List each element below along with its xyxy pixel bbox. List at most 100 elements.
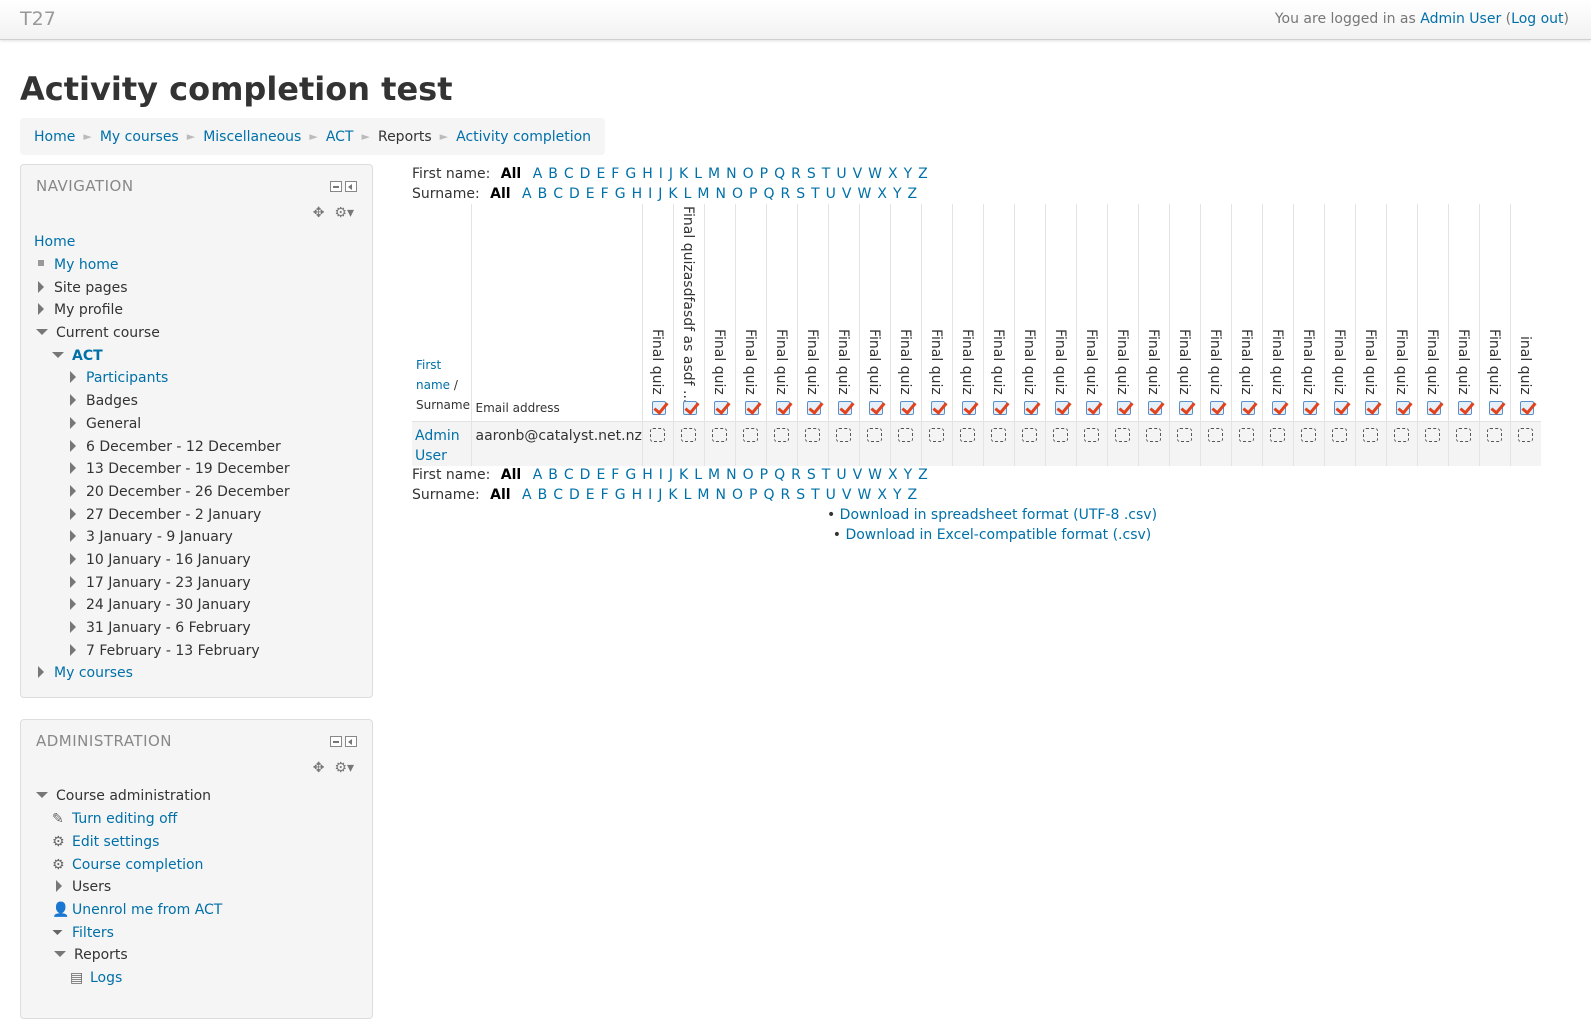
not-completed-checkbox-icon[interactable] (1455, 427, 1471, 442)
filter-letter-k[interactable]: K (668, 186, 677, 202)
minimize-icon[interactable] (330, 181, 342, 192)
filter-letter-y[interactable]: Y (893, 186, 902, 202)
admin-logs[interactable]: Logs (90, 970, 122, 986)
filter-letter-v[interactable]: V (842, 186, 852, 202)
not-completed-checkbox-icon[interactable] (959, 427, 975, 442)
activity-name-link[interactable]: Final quiz (990, 329, 1006, 395)
filter-letter-p[interactable]: P (760, 166, 768, 182)
activity-name-link[interactable]: Final quiz (649, 329, 665, 395)
not-completed-checkbox-icon[interactable] (742, 427, 758, 442)
dock-icon[interactable] (345, 181, 357, 192)
not-completed-checkbox-icon[interactable] (835, 427, 851, 442)
filter-letter-a[interactable]: A (522, 487, 532, 503)
minimize-icon[interactable] (330, 736, 342, 747)
admin-course-administration[interactable]: Course administration (36, 785, 211, 807)
nav-badges[interactable]: Badges (70, 390, 138, 412)
filter-letter-a[interactable]: A (533, 467, 543, 483)
filter-letter-v[interactable]: V (853, 166, 863, 182)
nav-my-courses[interactable]: My courses (54, 665, 133, 681)
filter-letter-n[interactable]: N (726, 166, 736, 182)
filter-letter-u[interactable]: U (836, 467, 846, 483)
activity-name-link[interactable]: Final quiz (1052, 329, 1068, 395)
user-profile-link[interactable]: Admin User (1420, 11, 1501, 27)
admin-filters[interactable]: Filters (72, 925, 114, 941)
filter-letter-u[interactable]: U (826, 487, 836, 503)
filter-letter-s[interactable]: S (807, 166, 816, 182)
filter-letter-m[interactable]: M (697, 487, 709, 503)
not-completed-checkbox-icon[interactable] (1331, 427, 1347, 442)
activity-name-link[interactable]: Final quiz (1145, 329, 1161, 395)
filter-letter-u[interactable]: U (826, 186, 836, 202)
filter-letter-v[interactable]: V (853, 467, 863, 483)
nav-week[interactable]: 3 January - 9 January (70, 526, 233, 548)
filter-letter-h[interactable]: H (642, 166, 653, 182)
filter-letter-d[interactable]: D (580, 166, 591, 182)
filter-letter-n[interactable]: N (715, 487, 725, 503)
filter-letter-x[interactable]: X (888, 166, 898, 182)
not-completed-checkbox-icon[interactable] (1300, 427, 1316, 442)
gear-icon[interactable]: ⚙▾ (334, 205, 354, 221)
activity-name-link[interactable]: Final quiz (897, 329, 913, 395)
not-completed-checkbox-icon[interactable] (990, 427, 1006, 442)
filter-letter-d[interactable]: D (569, 487, 580, 503)
filter-letter-k[interactable]: K (668, 487, 677, 503)
admin-users[interactable]: Users (56, 876, 111, 898)
filter-letter-l[interactable]: L (684, 487, 692, 503)
move-icon[interactable]: ✥ (313, 760, 325, 776)
filter-letter-x[interactable]: X (877, 186, 887, 202)
filter-letter-s[interactable]: S (796, 487, 805, 503)
activity-name-link[interactable]: Final quiz (773, 329, 789, 395)
user-name-link[interactable]: Admin User (415, 428, 460, 464)
activity-name-link[interactable]: Final quiz (1300, 329, 1316, 395)
gear-icon[interactable]: ⚙▾ (334, 760, 354, 776)
filter-letter-i[interactable]: I (659, 467, 663, 483)
filter-letter-b[interactable]: B (548, 467, 558, 483)
breadcrumb-activity-completion[interactable]: Activity completion (456, 129, 591, 145)
activity-name-link[interactable]: Final quiz (1207, 329, 1223, 395)
activity-name-link[interactable]: Final quiz (835, 329, 851, 395)
filter-letter-m[interactable]: M (708, 166, 720, 182)
filter-letter-t[interactable]: T (811, 186, 820, 202)
activity-name-link[interactable]: Final quiz (1269, 329, 1285, 395)
nav-week[interactable]: 17 January - 23 January (70, 572, 251, 594)
nav-week[interactable]: 31 January - 6 February (70, 617, 251, 639)
nav-week[interactable]: 27 December - 2 January (70, 504, 261, 526)
filter-letter-z[interactable]: Z (918, 467, 928, 483)
filter-letter-j[interactable]: J (658, 186, 662, 202)
filter-letter-k[interactable]: K (679, 166, 688, 182)
not-completed-checkbox-icon[interactable] (1269, 427, 1285, 442)
dock-icon[interactable] (345, 736, 357, 747)
activity-name-link[interactable]: Final quiz (1021, 329, 1037, 395)
filter-letter-j[interactable]: J (658, 487, 662, 503)
filter-all[interactable]: All (490, 487, 510, 503)
not-completed-checkbox-icon[interactable] (1393, 427, 1409, 442)
filter-all[interactable]: All (501, 166, 521, 182)
filter-letter-u[interactable]: U (836, 166, 846, 182)
not-completed-checkbox-icon[interactable] (1362, 427, 1378, 442)
filter-letter-t[interactable]: T (822, 166, 831, 182)
filter-letter-e[interactable]: E (596, 166, 605, 182)
filter-letter-o[interactable]: O (732, 487, 743, 503)
filter-letter-y[interactable]: Y (904, 166, 913, 182)
filter-letter-g[interactable]: G (615, 186, 626, 202)
filter-letter-g[interactable]: G (615, 487, 626, 503)
filter-letter-a[interactable]: A (533, 166, 543, 182)
filter-all[interactable]: All (490, 186, 510, 202)
not-completed-checkbox-icon[interactable] (1052, 427, 1068, 442)
filter-letter-c[interactable]: C (564, 467, 574, 483)
logout-link[interactable]: Log out (1511, 11, 1563, 27)
filter-all[interactable]: All (501, 467, 521, 483)
activity-name-link[interactable]: Final quiz (1331, 329, 1347, 395)
filter-letter-t[interactable]: T (811, 487, 820, 503)
filter-letter-r[interactable]: R (791, 467, 801, 483)
filter-letter-p[interactable]: P (760, 467, 768, 483)
admin-unenrol[interactable]: Unenrol me from ACT (72, 902, 222, 918)
filter-letter-r[interactable]: R (780, 487, 790, 503)
filter-letter-s[interactable]: S (807, 467, 816, 483)
nav-home[interactable]: Home (34, 234, 75, 250)
not-completed-checkbox-icon[interactable] (928, 427, 944, 442)
filter-letter-b[interactable]: B (538, 487, 548, 503)
filter-letter-m[interactable]: M (697, 186, 709, 202)
admin-edit-settings[interactable]: Edit settings (72, 834, 159, 850)
filter-letter-c[interactable]: C (564, 166, 574, 182)
